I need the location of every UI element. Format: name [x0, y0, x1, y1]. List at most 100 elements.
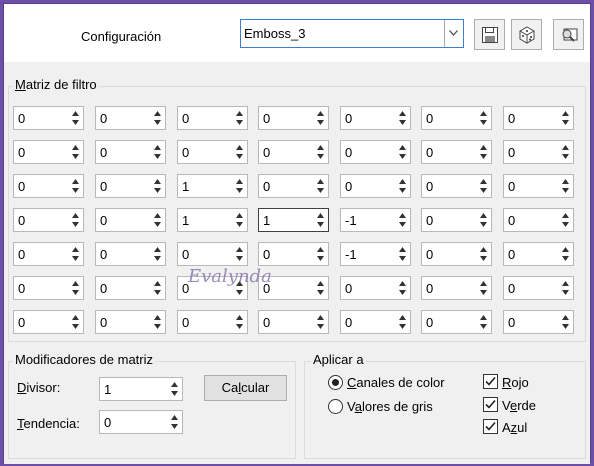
spinner-arrows-icon[interactable]: [396, 210, 409, 230]
matrix-cell-r2-c3[interactable]: 0: [177, 140, 248, 164]
matrix-cell-r2-c4[interactable]: 0: [258, 140, 329, 164]
spinner-arrows-icon[interactable]: [69, 108, 82, 128]
spinner-arrows-icon[interactable]: [233, 278, 246, 298]
matrix-cell-r4-c5[interactable]: -1: [340, 208, 411, 232]
spinner-arrows-icon[interactable]: [151, 108, 164, 128]
matrix-cell-r7-c3[interactable]: 0: [177, 310, 248, 334]
matrix-cell-r3-c7[interactable]: 0: [503, 174, 574, 198]
matrix-cell-r6-c5[interactable]: 0: [340, 276, 411, 300]
matrix-cell-r7-c4[interactable]: 0: [258, 310, 329, 334]
spinner-arrows-icon[interactable]: [477, 210, 490, 230]
matrix-cell-r2-c6[interactable]: 0: [421, 140, 492, 164]
spinner-arrows-icon[interactable]: [233, 244, 246, 264]
spinner-arrows-icon[interactable]: [559, 312, 572, 332]
spinner-arrows-icon[interactable]: [69, 142, 82, 162]
spinner-arrows-icon[interactable]: [314, 244, 327, 264]
matrix-cell-r6-c6[interactable]: 0: [421, 276, 492, 300]
blue-label[interactable]: Azul: [502, 420, 527, 435]
spinner-arrows-icon[interactable]: [233, 142, 246, 162]
spinner-arrows-icon[interactable]: [69, 210, 82, 230]
matrix-cell-r6-c2[interactable]: 0: [95, 276, 166, 300]
spinner-arrows-icon[interactable]: [151, 176, 164, 196]
randomize-button[interactable]: [511, 19, 542, 50]
matrix-cell-r5-c7[interactable]: 0: [503, 242, 574, 266]
matrix-cell-r4-c6[interactable]: 0: [421, 208, 492, 232]
spinner-arrows-icon[interactable]: [477, 244, 490, 264]
matrix-cell-r5-c6[interactable]: 0: [421, 242, 492, 266]
bias-spinner[interactable]: 0: [99, 410, 183, 434]
spinner-arrows-icon[interactable]: [477, 312, 490, 332]
matrix-cell-r6-c7[interactable]: 0: [503, 276, 574, 300]
matrix-cell-r1-c4[interactable]: 0: [258, 106, 329, 130]
grayscale-radio[interactable]: [328, 399, 343, 414]
matrix-cell-r5-c2[interactable]: 0: [95, 242, 166, 266]
matrix-cell-r6-c3[interactable]: 0: [177, 276, 248, 300]
matrix-cell-r3-c2[interactable]: 0: [95, 174, 166, 198]
spinner-arrows-icon[interactable]: [477, 176, 490, 196]
matrix-cell-r2-c5[interactable]: 0: [340, 140, 411, 164]
chevron-down-icon[interactable]: [444, 20, 463, 47]
spinner-arrows-icon[interactable]: [151, 312, 164, 332]
matrix-cell-r2-c2[interactable]: 0: [95, 140, 166, 164]
spinner-arrows-icon[interactable]: [559, 210, 572, 230]
spinner-arrows-icon[interactable]: [151, 210, 164, 230]
spinner-arrows-icon[interactable]: [396, 108, 409, 128]
red-checkbox[interactable]: [483, 374, 498, 389]
spinner-arrows-icon[interactable]: [151, 278, 164, 298]
spinner-arrows-icon[interactable]: [69, 244, 82, 264]
spinner-arrows-icon[interactable]: [314, 210, 327, 230]
spinner-arrows-icon[interactable]: [69, 312, 82, 332]
spinner-arrows-icon[interactable]: [396, 312, 409, 332]
spinner-arrows-icon[interactable]: [477, 108, 490, 128]
spinner-arrows-icon[interactable]: [559, 142, 572, 162]
matrix-cell-r7-c1[interactable]: 0: [13, 310, 84, 334]
matrix-cell-r1-c6[interactable]: 0: [421, 106, 492, 130]
spinner-arrows-icon[interactable]: [314, 278, 327, 298]
spinner-arrows-icon[interactable]: [396, 142, 409, 162]
blue-checkbox[interactable]: [483, 419, 498, 434]
green-label[interactable]: Verde: [502, 398, 536, 413]
matrix-cell-r3-c1[interactable]: 0: [13, 174, 84, 198]
matrix-cell-r1-c7[interactable]: 0: [503, 106, 574, 130]
matrix-cell-r1-c5[interactable]: 0: [340, 106, 411, 130]
matrix-cell-r1-c2[interactable]: 0: [95, 106, 166, 130]
matrix-cell-r4-c2[interactable]: 0: [95, 208, 166, 232]
preset-manager-button[interactable]: [553, 19, 584, 50]
matrix-cell-r5-c5[interactable]: -1: [340, 242, 411, 266]
matrix-cell-r4-c3[interactable]: 1: [177, 208, 248, 232]
spinner-arrows-icon[interactable]: [233, 176, 246, 196]
spinner-arrows-icon[interactable]: [233, 210, 246, 230]
spinner-arrows-icon[interactable]: [69, 176, 82, 196]
color-channels-radio[interactable]: [328, 375, 343, 390]
red-label[interactable]: Rojo: [502, 375, 529, 390]
spinner-arrows-icon[interactable]: [314, 312, 327, 332]
matrix-cell-r5-c4[interactable]: 0: [258, 242, 329, 266]
matrix-cell-r6-c4[interactable]: 0: [258, 276, 329, 300]
spinner-arrows-icon[interactable]: [559, 278, 572, 298]
spinner-arrows-icon[interactable]: [69, 278, 82, 298]
matrix-cell-r1-c1[interactable]: 0: [13, 106, 84, 130]
spinner-arrows-icon[interactable]: [396, 278, 409, 298]
matrix-cell-r5-c3[interactable]: 0: [177, 242, 248, 266]
spinner-arrows-icon[interactable]: [314, 108, 327, 128]
matrix-cell-r2-c1[interactable]: 0: [13, 140, 84, 164]
spinner-arrows-icon[interactable]: [151, 244, 164, 264]
color-channels-label[interactable]: Canales de color: [347, 375, 445, 390]
matrix-cell-r3-c4[interactable]: 0: [258, 174, 329, 198]
spinner-arrows-icon[interactable]: [314, 142, 327, 162]
save-preset-button[interactable]: [474, 19, 505, 50]
matrix-cell-r7-c7[interactable]: 0: [503, 310, 574, 334]
spinner-arrows-icon[interactable]: [396, 176, 409, 196]
spinner-arrows-icon[interactable]: [314, 176, 327, 196]
spinner-arrows-icon[interactable]: [477, 278, 490, 298]
spinner-arrows-icon[interactable]: [559, 176, 572, 196]
spinner-arrows-icon[interactable]: [233, 108, 246, 128]
green-checkbox[interactable]: [483, 397, 498, 412]
matrix-cell-r7-c2[interactable]: 0: [95, 310, 166, 334]
grayscale-label[interactable]: Valores de gris: [347, 399, 433, 414]
spinner-arrows-icon[interactable]: [559, 108, 572, 128]
matrix-cell-r3-c3[interactable]: 1: [177, 174, 248, 198]
matrix-cell-r4-c4[interactable]: 1: [258, 208, 329, 232]
spinner-arrows-icon[interactable]: [233, 312, 246, 332]
matrix-cell-r4-c7[interactable]: 0: [503, 208, 574, 232]
